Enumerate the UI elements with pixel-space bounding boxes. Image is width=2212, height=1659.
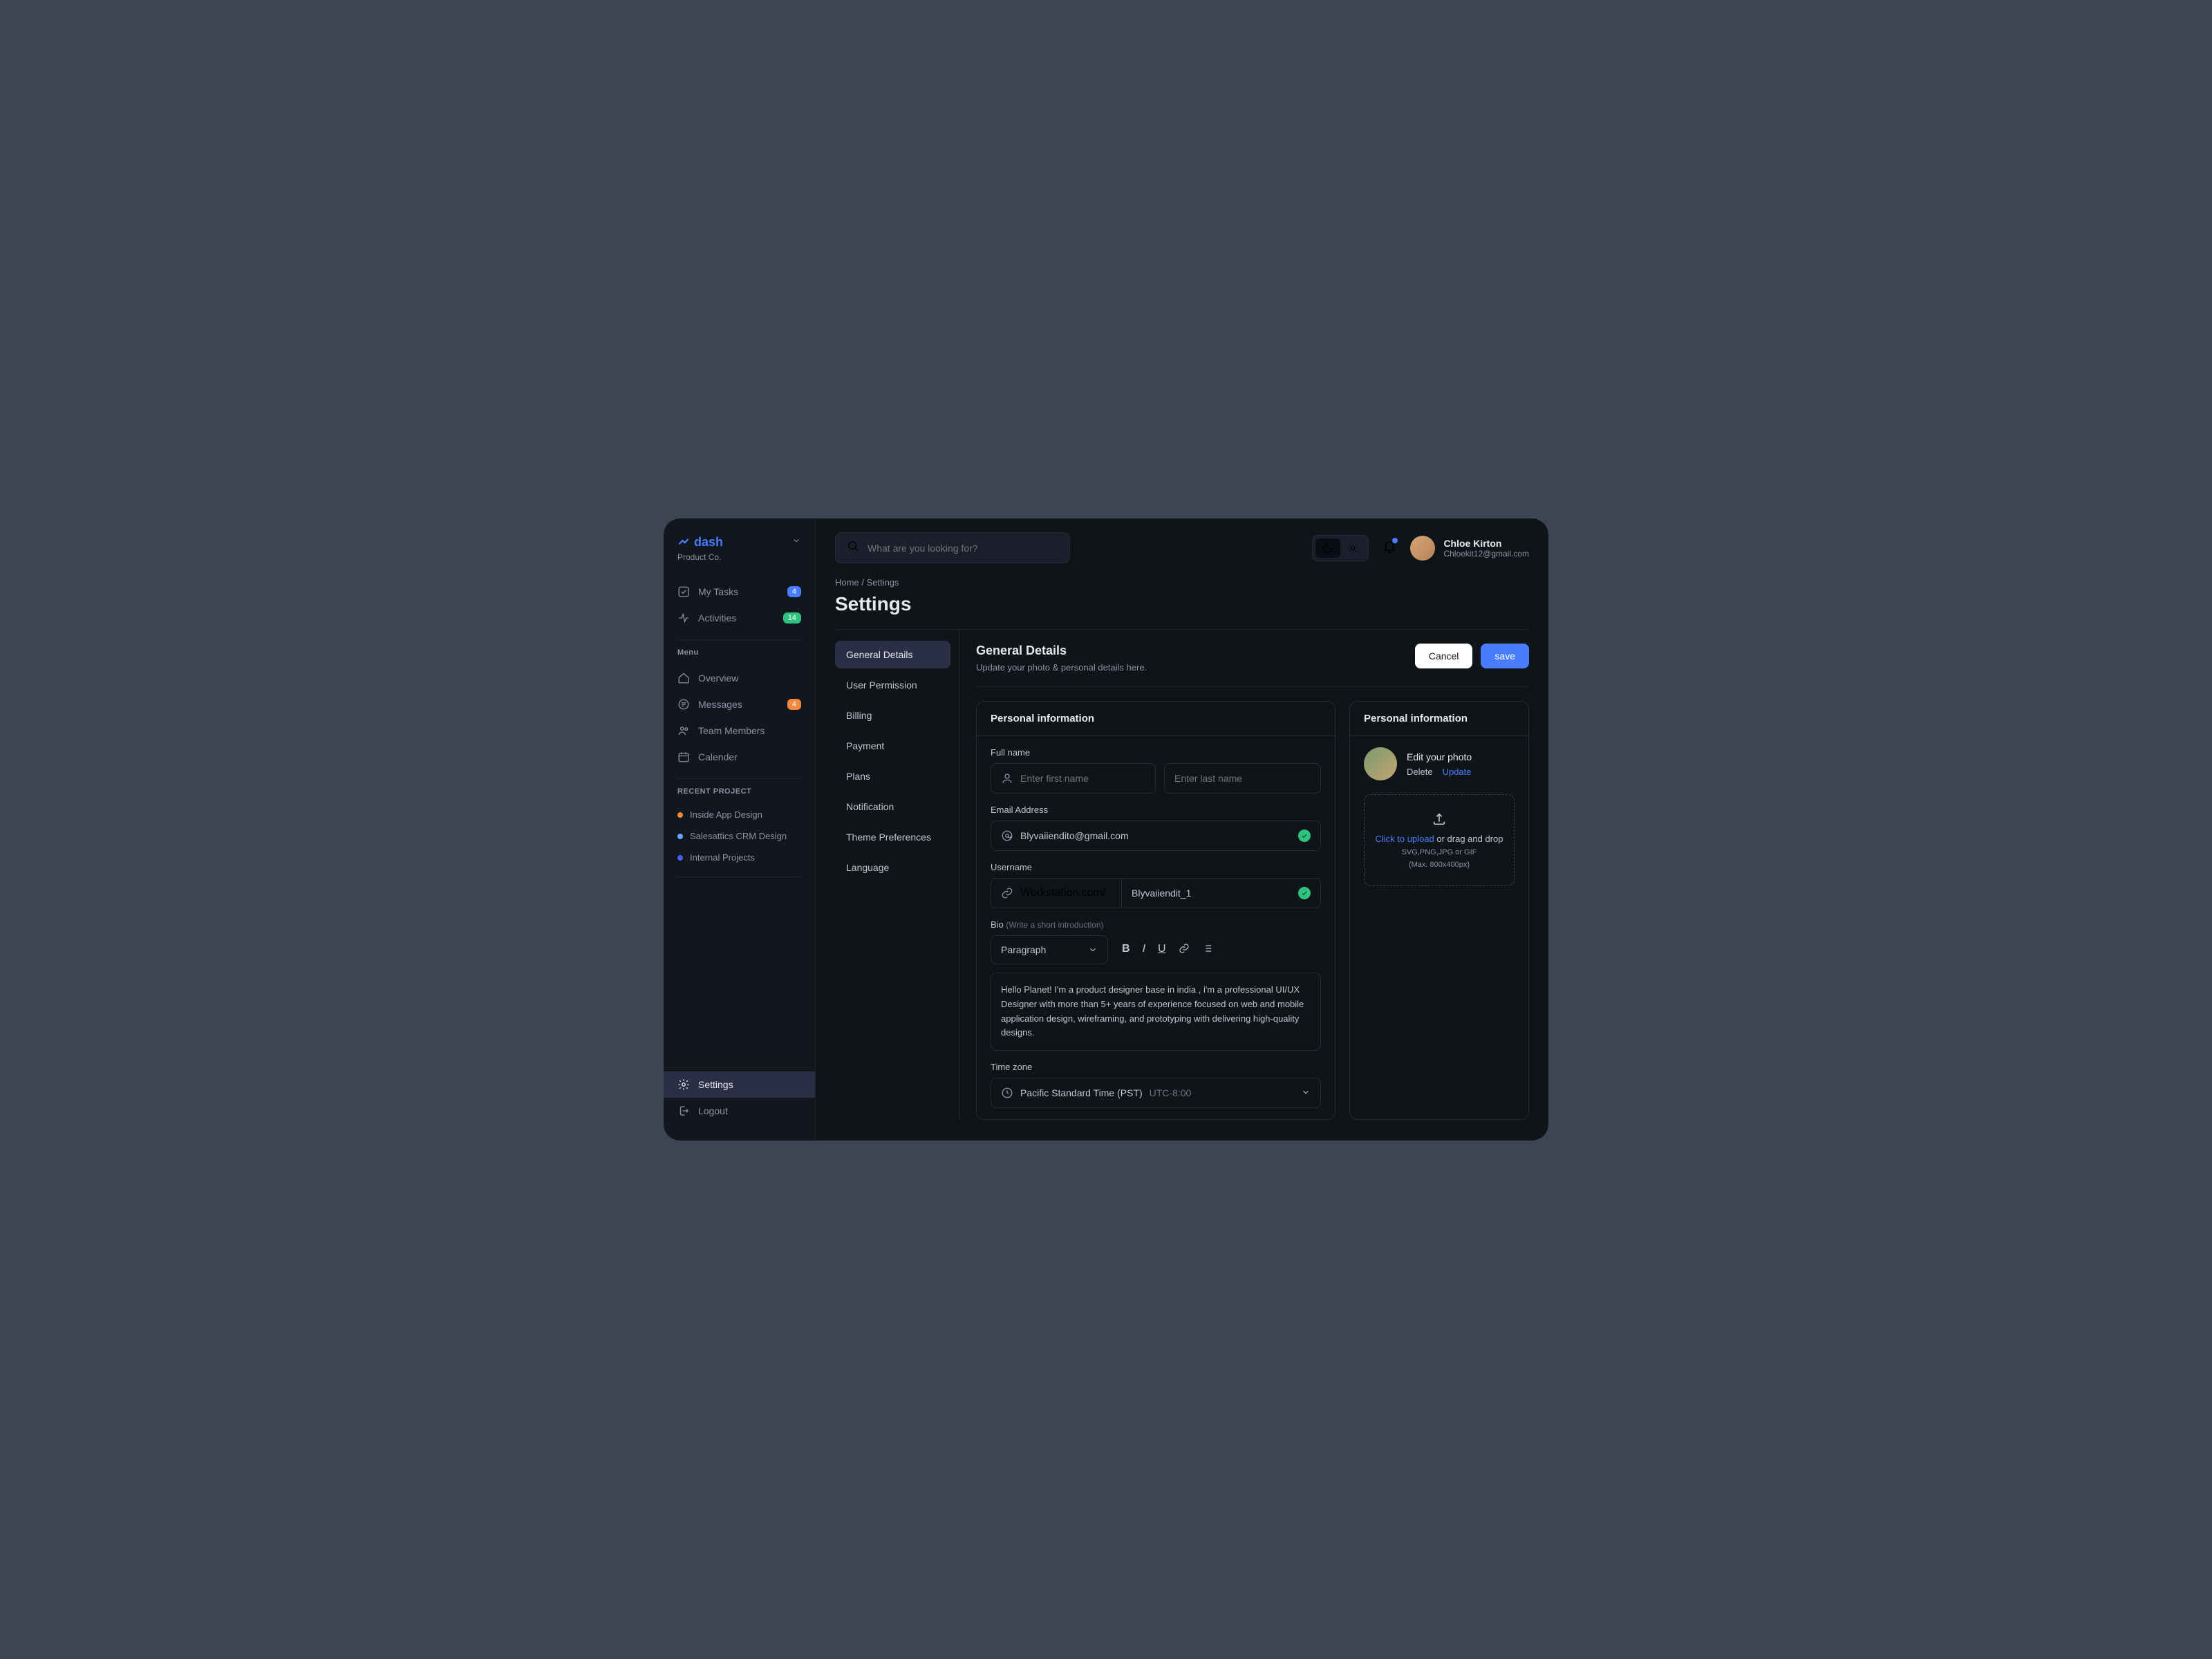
tab-language[interactable]: Language <box>835 854 950 881</box>
timezone-select[interactable]: Pacific Standard Time (PST) UTC-8:00 <box>991 1078 1321 1108</box>
brand-subtitle: Product Co. <box>664 550 815 562</box>
username-prefix: Workstation.com/ <box>991 878 1122 908</box>
underline-icon[interactable]: U <box>1158 943 1166 957</box>
cancel-button[interactable]: Cancel <box>1415 644 1473 668</box>
chevron-down-icon[interactable] <box>791 536 801 549</box>
breadcrumb: Home / Settings <box>835 577 1529 588</box>
save-button[interactable]: save <box>1481 644 1529 668</box>
tab-plans[interactable]: Plans <box>835 762 950 790</box>
activity-icon <box>677 612 690 624</box>
avatar <box>1410 536 1435 561</box>
user-menu[interactable]: Chloe Kirton Chloekit12@gmail.com <box>1410 536 1529 561</box>
gear-icon <box>677 1078 690 1091</box>
check-icon <box>1298 830 1311 842</box>
first-name-field[interactable] <box>991 763 1156 794</box>
sidebar-item-activities[interactable]: Activities 14 <box>664 605 815 631</box>
sidebar-item-overview[interactable]: Overview <box>664 665 815 691</box>
notification-dot <box>1392 538 1398 543</box>
project-salesattics[interactable]: Salesattics CRM Design <box>664 825 815 847</box>
light-mode-button[interactable] <box>1340 538 1365 558</box>
theme-toggle[interactable] <box>1312 535 1369 561</box>
at-icon <box>1001 830 1013 842</box>
settings-tabs: General Details User Permission Billing … <box>835 630 959 1120</box>
message-icon <box>677 698 690 711</box>
paragraph-select[interactable]: Paragraph <box>991 935 1108 964</box>
page-title: Settings <box>835 593 1529 615</box>
profile-photo <box>1364 747 1397 780</box>
notifications-button[interactable] <box>1382 539 1396 556</box>
sidebar: dash Product Co. My Tasks 4 Activities 1… <box>664 518 816 1141</box>
menu-heading: Menu <box>664 648 815 665</box>
last-name-field[interactable] <box>1164 763 1321 794</box>
clock-icon <box>1001 1087 1013 1099</box>
calendar-icon <box>677 751 690 763</box>
link-icon <box>1001 887 1013 899</box>
photo-card: Personal information Edit your photo Del… <box>1349 701 1529 1120</box>
tab-theme-preferences[interactable]: Theme Preferences <box>835 823 950 851</box>
bio-textarea[interactable]: Hello Planet! I'm a product designer bas… <box>991 973 1321 1051</box>
panel-title: General Details <box>976 644 1147 658</box>
tab-billing[interactable]: Billing <box>835 702 950 729</box>
check-icon <box>1298 887 1311 899</box>
sidebar-item-settings[interactable]: Settings <box>664 1071 815 1098</box>
tab-payment[interactable]: Payment <box>835 732 950 760</box>
user-icon <box>1001 772 1013 785</box>
dot-icon <box>677 812 683 818</box>
italic-icon[interactable]: I <box>1143 943 1145 957</box>
tab-general-details[interactable]: General Details <box>835 641 950 668</box>
search-icon <box>847 540 859 556</box>
sidebar-item-my-tasks[interactable]: My Tasks 4 <box>664 579 815 605</box>
upload-dropzone[interactable]: Click to upload or drag and drop SVG,PNG… <box>1364 794 1515 886</box>
sidebar-item-messages[interactable]: Messages 4 <box>664 691 815 718</box>
check-square-icon <box>677 585 690 598</box>
dot-icon <box>677 834 683 839</box>
topbar: Chloe Kirton Chloekit12@gmail.com <box>816 518 1548 577</box>
dot-icon <box>677 855 683 861</box>
sidebar-item-team[interactable]: Team Members <box>664 718 815 744</box>
project-internal[interactable]: Internal Projects <box>664 847 815 868</box>
personal-info-card: Personal information Full name <box>976 701 1335 1120</box>
dark-mode-button[interactable] <box>1315 538 1340 558</box>
sidebar-item-calendar[interactable]: Calender <box>664 744 815 770</box>
logo[interactable]: dash <box>677 535 723 550</box>
email-field[interactable] <box>991 821 1321 851</box>
username-field[interactable] <box>1122 878 1321 908</box>
list-icon[interactable] <box>1202 943 1213 957</box>
users-icon <box>677 724 690 737</box>
delete-photo-button[interactable]: Delete <box>1407 767 1433 777</box>
panel-subtitle: Update your photo & personal details her… <box>976 662 1147 673</box>
upload-icon <box>1373 812 1506 827</box>
update-photo-button[interactable]: Update <box>1443 767 1472 777</box>
home-icon <box>677 672 690 684</box>
bold-icon[interactable]: B <box>1122 943 1130 957</box>
projects-heading: RECENT PROJECT <box>664 787 815 804</box>
sidebar-item-logout[interactable]: Logout <box>664 1098 815 1124</box>
logout-icon <box>677 1105 690 1117</box>
tab-user-permission[interactable]: User Permission <box>835 671 950 699</box>
link-toolbar-icon[interactable] <box>1179 943 1190 957</box>
search-input[interactable] <box>835 532 1070 563</box>
tab-notification[interactable]: Notification <box>835 793 950 821</box>
chevron-down-icon <box>1301 1087 1311 1099</box>
project-inside-app[interactable]: Inside App Design <box>664 804 815 825</box>
